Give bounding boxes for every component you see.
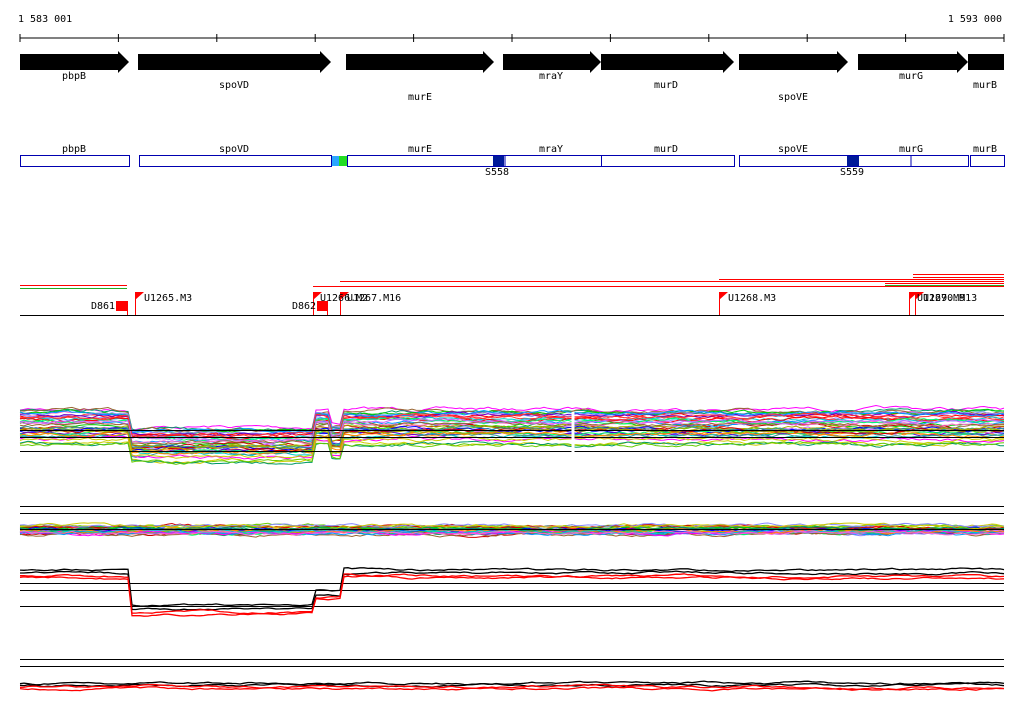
gene-label-pbpB[interactable]: pbpB: [62, 71, 86, 82]
feature-label-U1270[interactable]: U1270.M13: [923, 293, 977, 304]
expression-profiles-track: [19, 404, 1005, 465]
gene-arrow-pbpB[interactable]: [20, 51, 129, 73]
feature-flag: [719, 292, 728, 300]
box-label-spoVE[interactable]: spoVE: [778, 144, 808, 155]
gene-arrow-spoVE[interactable]: [739, 51, 848, 73]
summary-line: [19, 680, 1005, 686]
feature-flag: [135, 292, 144, 300]
feature-label-D862[interactable]: D862: [292, 301, 316, 312]
gene-box: [970, 155, 1005, 167]
gene-arrow-mraY[interactable]: [503, 51, 601, 73]
marker-label-S559[interactable]: S559: [840, 167, 864, 178]
marker-S559: [847, 156, 859, 166]
feature-block-D861: [116, 301, 127, 311]
summary-profile-track-2: [19, 659, 1005, 692]
gene-label-spoVE[interactable]: spoVE: [778, 92, 808, 103]
gene-label-murD[interactable]: murD: [654, 80, 678, 91]
expression-profiles-track-2: [19, 506, 1005, 538]
scale-ruler: [19, 34, 1005, 42]
gene-label-spoVD[interactable]: spoVD: [219, 80, 249, 91]
summary-line: [19, 573, 1005, 615]
gene-label-mraY[interactable]: mraY: [539, 71, 563, 82]
feature-label-U1268[interactable]: U1268.M3: [728, 293, 776, 304]
box-label-murD[interactable]: murD: [654, 144, 678, 155]
marker-S558: [493, 156, 504, 166]
highlight-cyan-block: [332, 156, 339, 166]
summary-line: [19, 567, 1005, 607]
gene-box: [20, 155, 130, 167]
box-label-pbpB[interactable]: pbpB: [62, 144, 86, 155]
summary-profile-track: [19, 567, 1005, 617]
feature-label-D861[interactable]: D861: [91, 301, 115, 312]
highlight-green-block: [339, 156, 347, 166]
gene-arrow-murE[interactable]: [346, 51, 494, 73]
gene-arrow-murD[interactable]: [601, 51, 734, 73]
gene-box: [347, 155, 602, 167]
box-label-mraY[interactable]: mraY: [539, 144, 563, 155]
box-label-murB[interactable]: murB: [973, 144, 997, 155]
box-label-murE[interactable]: murE: [408, 144, 432, 155]
gene-arrow-murB[interactable]: [968, 54, 1004, 70]
box-label-spoVD[interactable]: spoVD: [219, 144, 249, 155]
gene-box: [139, 155, 332, 167]
gene-arrow-track: [20, 51, 1004, 73]
gene-label-murB[interactable]: murB: [973, 80, 997, 91]
gene-arrow-murG[interactable]: [858, 51, 968, 73]
summary-line: [19, 574, 1005, 617]
gene-label-murE[interactable]: murE: [408, 92, 432, 103]
marker-label-S558[interactable]: S558: [485, 167, 509, 178]
genome-browser: 1 583 001 1 593 000 pbpB spoVD murE mraY…: [0, 0, 1024, 714]
gene-box-track: [20, 155, 1005, 167]
feature-label-U1265[interactable]: U1265.M3: [144, 293, 192, 304]
gene-box: [601, 155, 735, 167]
gene-label-murG[interactable]: murG: [899, 71, 923, 82]
feature-label-U1267[interactable]: U1267.M16: [347, 293, 401, 304]
tracks-canvas: [19, 34, 1005, 692]
box-label-murG[interactable]: murG: [899, 144, 923, 155]
gene-arrow-spoVD[interactable]: [138, 51, 331, 73]
